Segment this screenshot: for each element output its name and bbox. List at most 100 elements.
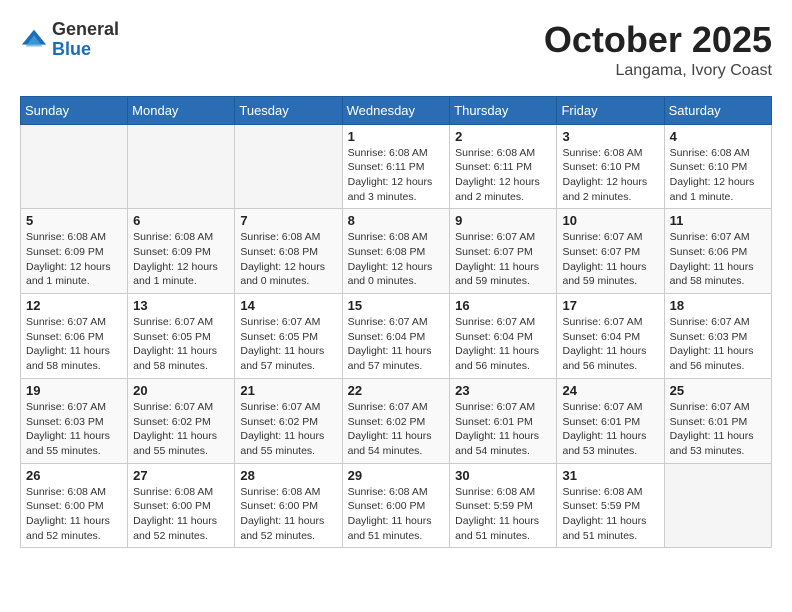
weekday-header: Monday bbox=[128, 96, 235, 124]
title-block: October 2025 Langama, Ivory Coast bbox=[544, 20, 772, 80]
calendar-cell: 8Sunrise: 6:08 AM Sunset: 6:08 PM Daylig… bbox=[342, 209, 450, 294]
day-number: 8 bbox=[348, 213, 445, 228]
calendar-cell: 18Sunrise: 6:07 AM Sunset: 6:03 PM Dayli… bbox=[664, 294, 771, 379]
day-number: 11 bbox=[670, 213, 766, 228]
calendar-cell: 15 Sunrise: 6:07 AM Sunset: 6:04 PM Dayli… bbox=[342, 294, 450, 379]
day-number: 12 bbox=[26, 298, 122, 313]
day-info: Sunrise: 6:07 AM Sunset: 6:01 PM Dayligh… bbox=[670, 400, 766, 459]
day-info: Sunrise: 6:07 AM Sunset: 6:02 PM Dayligh… bbox=[133, 400, 229, 459]
day-info: Sunrise: 6:08 AM Sunset: 5:59 PM Dayligh… bbox=[455, 485, 551, 544]
calendar-cell: 21 Sunrise: 6:07 AM Sunset: 6:02 PM Dayli… bbox=[235, 378, 342, 463]
calendar-cell: 24Sunrise: 6:07 AM Sunset: 6:01 PM Dayli… bbox=[557, 378, 664, 463]
day-number: 10 bbox=[562, 213, 658, 228]
calendar-cell: 9 Sunrise: 6:07 AM Sunset: 6:07 PM Daylig… bbox=[450, 209, 557, 294]
day-number: 1 bbox=[348, 129, 445, 144]
day-number: 2 bbox=[455, 129, 551, 144]
day-info: Sunrise: 6:07 AM Sunset: 6:01 PM Dayligh… bbox=[562, 400, 658, 459]
day-info: Sunrise: 6:07 AM Sunset: 6:07 PM Dayligh… bbox=[455, 230, 551, 289]
calendar-cell: 20 Sunrise: 6:07 AM Sunset: 6:02 PM Dayli… bbox=[128, 378, 235, 463]
day-number: 6 bbox=[133, 213, 229, 228]
day-info: Sunrise: 6:07 AM Sunset: 6:02 PM Dayligh… bbox=[240, 400, 336, 459]
day-info: Sunrise: 6:08 AM Sunset: 6:09 PM Dayligh… bbox=[133, 230, 229, 289]
day-info: Sunrise: 6:08 AM Sunset: 6:00 PM Dayligh… bbox=[26, 485, 122, 544]
calendar-cell bbox=[664, 463, 771, 548]
day-info: Sunrise: 6:08 AM Sunset: 5:59 PM Dayligh… bbox=[562, 485, 658, 544]
day-number: 4 bbox=[670, 129, 766, 144]
calendar-cell: 19 Sunrise: 6:07 AM Sunset: 6:03 PM Dayli… bbox=[21, 378, 128, 463]
day-info: Sunrise: 6:07 AM Sunset: 6:06 PM Dayligh… bbox=[670, 230, 766, 289]
calendar-cell: 13 Sunrise: 6:07 AM Sunset: 6:05 PM Dayli… bbox=[128, 294, 235, 379]
day-number: 28 bbox=[240, 468, 336, 483]
calendar-cell: 1Sunrise: 6:08 AM Sunset: 6:11 PM Daylig… bbox=[342, 124, 450, 209]
calendar-cell: 28 Sunrise: 6:08 AM Sunset: 6:00 PM Dayli… bbox=[235, 463, 342, 548]
day-info: Sunrise: 6:07 AM Sunset: 6:05 PM Dayligh… bbox=[133, 315, 229, 374]
day-number: 14 bbox=[240, 298, 336, 313]
day-number: 20 bbox=[133, 383, 229, 398]
day-info: Sunrise: 6:07 AM Sunset: 6:06 PM Dayligh… bbox=[26, 315, 122, 374]
logo-icon bbox=[20, 26, 48, 54]
day-info: Sunrise: 6:07 AM Sunset: 6:05 PM Dayligh… bbox=[240, 315, 336, 374]
weekday-header: Friday bbox=[557, 96, 664, 124]
calendar-cell: 17Sunrise: 6:07 AM Sunset: 6:04 PM Dayli… bbox=[557, 294, 664, 379]
month-title: October 2025 bbox=[544, 20, 772, 60]
day-info: Sunrise: 6:08 AM Sunset: 6:09 PM Dayligh… bbox=[26, 230, 122, 289]
day-number: 25 bbox=[670, 383, 766, 398]
day-number: 15 bbox=[348, 298, 445, 313]
day-number: 13 bbox=[133, 298, 229, 313]
day-number: 30 bbox=[455, 468, 551, 483]
day-number: 3 bbox=[562, 129, 658, 144]
calendar-cell: 29 Sunrise: 6:08 AM Sunset: 6:00 PM Dayli… bbox=[342, 463, 450, 548]
day-number: 31 bbox=[562, 468, 658, 483]
weekday-header: Tuesday bbox=[235, 96, 342, 124]
calendar-cell bbox=[21, 124, 128, 209]
day-info: Sunrise: 6:07 AM Sunset: 6:04 PM Dayligh… bbox=[455, 315, 551, 374]
day-info: Sunrise: 6:08 AM Sunset: 6:00 PM Dayligh… bbox=[240, 485, 336, 544]
logo-general: General bbox=[52, 19, 119, 39]
calendar-cell: 12 Sunrise: 6:07 AM Sunset: 6:06 PM Dayli… bbox=[21, 294, 128, 379]
logo-text: General Blue bbox=[52, 20, 119, 60]
calendar-cell: 10 Sunrise: 6:07 AM Sunset: 6:07 PM Dayli… bbox=[557, 209, 664, 294]
day-info: Sunrise: 6:07 AM Sunset: 6:01 PM Dayligh… bbox=[455, 400, 551, 459]
day-number: 16 bbox=[455, 298, 551, 313]
day-number: 9 bbox=[455, 213, 551, 228]
logo: General Blue bbox=[20, 20, 119, 60]
calendar-body: 1 Sunrise: 6:08 AM Sunset: 6:11 PM Daylig… bbox=[21, 124, 772, 548]
calendar-cell: 5Sunrise: 6:08 AM Sunset: 6:09 PM Daylig… bbox=[21, 209, 128, 294]
calendar-cell: 16 Sunrise: 6:07 AM Sunset: 6:04 PM Dayli… bbox=[450, 294, 557, 379]
calendar-cell: 7Sunrise: 6:08 AM Sunset: 6:08 PM Daylig… bbox=[235, 209, 342, 294]
day-info: Sunrise: 6:07 AM Sunset: 6:04 PM Dayligh… bbox=[348, 315, 445, 374]
day-number: 21 bbox=[240, 383, 336, 398]
calendar-week-row: 5Sunrise: 6:08 AM Sunset: 6:09 PM Daylig… bbox=[21, 209, 772, 294]
day-info: Sunrise: 6:07 AM Sunset: 6:02 PM Dayligh… bbox=[348, 400, 445, 459]
day-info: Sunrise: 6:08 AM Sunset: 6:10 PM Dayligh… bbox=[670, 146, 766, 205]
calendar-cell: 22 Sunrise: 6:07 AM Sunset: 6:02 PM Dayli… bbox=[342, 378, 450, 463]
calendar-table: SundayMondayTuesdayWednesdayThursdayFrid… bbox=[20, 96, 772, 549]
day-info: Sunrise: 6:08 AM Sunset: 6:11 PM Dayligh… bbox=[455, 146, 551, 205]
weekday-header: Wednesday bbox=[342, 96, 450, 124]
calendar-cell bbox=[128, 124, 235, 209]
calendar-week-row: 19 Sunrise: 6:07 AM Sunset: 6:03 PM Dayli… bbox=[21, 378, 772, 463]
day-info: Sunrise: 6:07 AM Sunset: 6:03 PM Dayligh… bbox=[26, 400, 122, 459]
calendar-cell: 30 Sunrise: 6:08 AM Sunset: 5:59 PM Dayli… bbox=[450, 463, 557, 548]
day-info: Sunrise: 6:08 AM Sunset: 6:08 PM Dayligh… bbox=[240, 230, 336, 289]
weekday-header-row: SundayMondayTuesdayWednesdayThursdayFrid… bbox=[21, 96, 772, 124]
logo-blue: Blue bbox=[52, 39, 91, 59]
calendar-cell bbox=[235, 124, 342, 209]
location-title: Langama, Ivory Coast bbox=[544, 62, 772, 80]
calendar-cell: 11 Sunrise: 6:07 AM Sunset: 6:06 PM Dayli… bbox=[664, 209, 771, 294]
day-number: 29 bbox=[348, 468, 445, 483]
calendar-week-row: 1 Sunrise: 6:08 AM Sunset: 6:11 PM Daylig… bbox=[21, 124, 772, 209]
day-info: Sunrise: 6:07 AM Sunset: 6:07 PM Dayligh… bbox=[562, 230, 658, 289]
day-number: 26 bbox=[26, 468, 122, 483]
calendar-cell: 27Sunrise: 6:08 AM Sunset: 6:00 PM Dayli… bbox=[128, 463, 235, 548]
day-number: 22 bbox=[348, 383, 445, 398]
day-info: Sunrise: 6:08 AM Sunset: 6:00 PM Dayligh… bbox=[348, 485, 445, 544]
calendar-cell: 23Sunrise: 6:07 AM Sunset: 6:01 PM Dayli… bbox=[450, 378, 557, 463]
calendar-week-row: 26 Sunrise: 6:08 AM Sunset: 6:00 PM Dayli… bbox=[21, 463, 772, 548]
calendar-week-row: 12 Sunrise: 6:07 AM Sunset: 6:06 PM Dayli… bbox=[21, 294, 772, 379]
day-number: 19 bbox=[26, 383, 122, 398]
calendar-cell: 2 Sunrise: 6:08 AM Sunset: 6:11 PM Daylig… bbox=[450, 124, 557, 209]
day-number: 27 bbox=[133, 468, 229, 483]
day-info: Sunrise: 6:07 AM Sunset: 6:03 PM Dayligh… bbox=[670, 315, 766, 374]
day-info: Sunrise: 6:08 AM Sunset: 6:10 PM Dayligh… bbox=[562, 146, 658, 205]
